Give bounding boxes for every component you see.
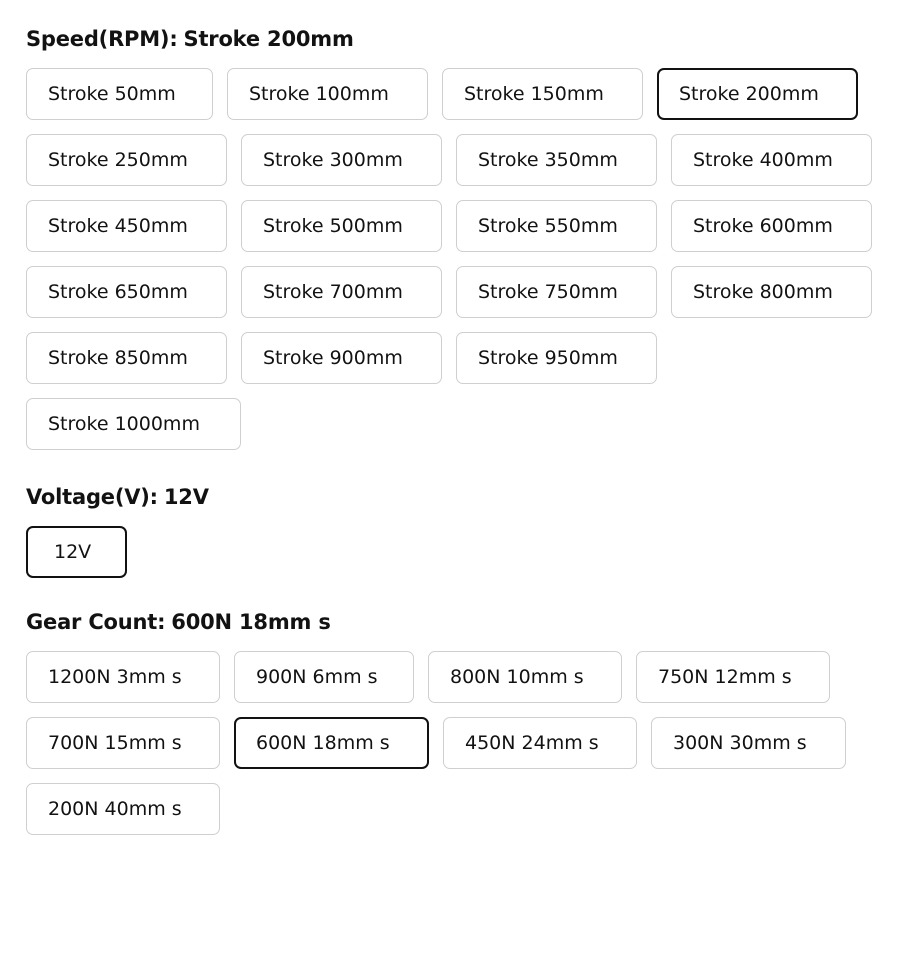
option-stroke-400mm[interactable]: Stroke 400mm	[671, 134, 872, 186]
option-stroke-950mm[interactable]: Stroke 950mm	[456, 332, 657, 384]
stroke-option-group: Speed(RPM): Stroke 200mm Stroke 50mm Stro…	[26, 25, 874, 450]
gear-group-label: Gear Count: 600N 18mm s	[26, 608, 874, 636]
option-stroke-100mm[interactable]: Stroke 100mm	[227, 68, 428, 120]
option-stroke-650mm[interactable]: Stroke 650mm	[26, 266, 227, 318]
option-gear-750n-12mm[interactable]: 750N 12mm s	[636, 651, 830, 703]
stroke-group-label: Speed(RPM): Stroke 200mm	[26, 25, 874, 53]
voltage-group-label: Voltage(V): 12V	[26, 483, 874, 511]
stroke-selected-value: Stroke 200mm	[183, 27, 354, 51]
gear-option-group: Gear Count: 600N 18mm s 1200N 3mm s 900N …	[26, 608, 874, 835]
stroke-label-name: Speed(RPM):	[26, 27, 178, 51]
option-gear-800n-10mm[interactable]: 800N 10mm s	[428, 651, 622, 703]
option-gear-200n-40mm[interactable]: 200N 40mm s	[26, 783, 220, 835]
option-gear-450n-24mm[interactable]: 450N 24mm s	[443, 717, 637, 769]
option-stroke-850mm[interactable]: Stroke 850mm	[26, 332, 227, 384]
voltage-selected-value: 12V	[163, 485, 209, 509]
option-stroke-250mm[interactable]: Stroke 250mm	[26, 134, 227, 186]
gear-options: 1200N 3mm s 900N 6mm s 800N 10mm s 750N …	[26, 651, 874, 835]
gear-selected-value: 600N 18mm s	[171, 610, 331, 634]
voltage-label-name: Voltage(V):	[26, 485, 158, 509]
option-stroke-550mm[interactable]: Stroke 550mm	[456, 200, 657, 252]
option-stroke-900mm[interactable]: Stroke 900mm	[241, 332, 442, 384]
option-stroke-200mm[interactable]: Stroke 200mm	[657, 68, 858, 120]
option-stroke-450mm[interactable]: Stroke 450mm	[26, 200, 227, 252]
option-stroke-700mm[interactable]: Stroke 700mm	[241, 266, 442, 318]
option-gear-1200n-3mm[interactable]: 1200N 3mm s	[26, 651, 220, 703]
option-stroke-150mm[interactable]: Stroke 150mm	[442, 68, 643, 120]
option-stroke-300mm[interactable]: Stroke 300mm	[241, 134, 442, 186]
option-stroke-350mm[interactable]: Stroke 350mm	[456, 134, 657, 186]
voltage-options: 12V	[26, 526, 874, 578]
stroke-options: Stroke 50mm Stroke 100mm Stroke 150mm St…	[26, 68, 874, 450]
voltage-option-group: Voltage(V): 12V 12V	[26, 483, 874, 578]
option-gear-300n-30mm[interactable]: 300N 30mm s	[651, 717, 846, 769]
option-stroke-800mm[interactable]: Stroke 800mm	[671, 266, 872, 318]
option-stroke-500mm[interactable]: Stroke 500mm	[241, 200, 442, 252]
option-stroke-750mm[interactable]: Stroke 750mm	[456, 266, 657, 318]
option-stroke-50mm[interactable]: Stroke 50mm	[26, 68, 213, 120]
option-stroke-1000mm[interactable]: Stroke 1000mm	[26, 398, 241, 450]
option-gear-700n-15mm[interactable]: 700N 15mm s	[26, 717, 220, 769]
option-gear-600n-18mm[interactable]: 600N 18mm s	[234, 717, 429, 769]
option-voltage-12v[interactable]: 12V	[26, 526, 127, 578]
variant-selector: Speed(RPM): Stroke 200mm Stroke 50mm Stro…	[0, 25, 900, 835]
option-gear-900n-6mm[interactable]: 900N 6mm s	[234, 651, 414, 703]
option-stroke-600mm[interactable]: Stroke 600mm	[671, 200, 872, 252]
gear-label-name: Gear Count:	[26, 610, 166, 634]
